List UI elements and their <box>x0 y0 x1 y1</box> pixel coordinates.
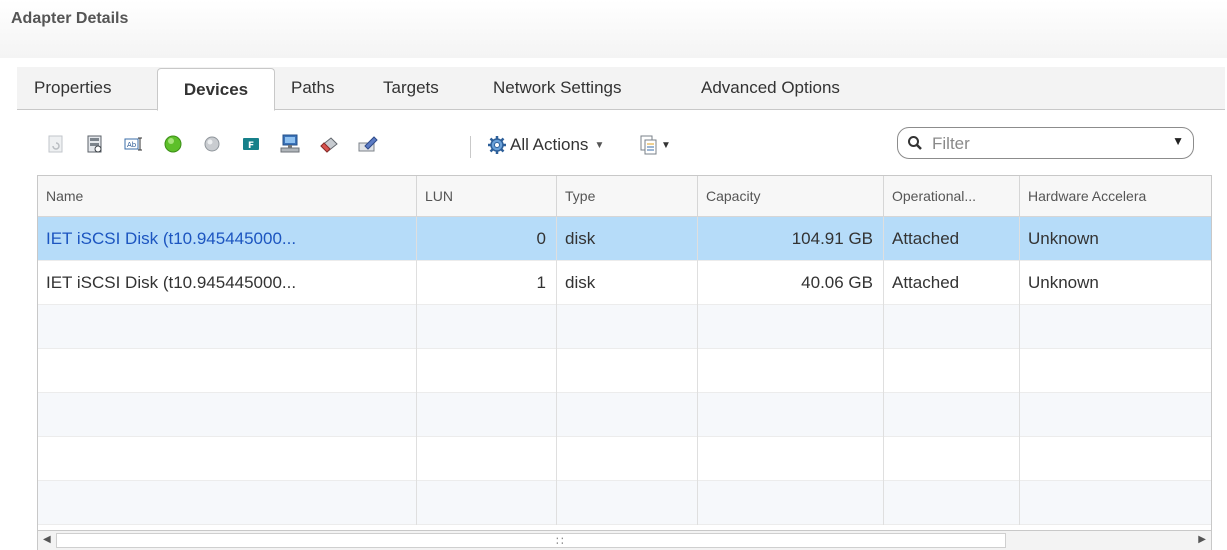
svg-text:Ab: Ab <box>127 141 137 149</box>
rename-icon[interactable]: Ab <box>123 133 145 155</box>
cell-lun: 0 <box>417 217 557 261</box>
column-header-type[interactable]: Type <box>557 176 698 216</box>
tab-properties[interactable]: Properties <box>34 67 111 109</box>
page-title: Adapter Details <box>11 10 129 27</box>
cell-lun: 1 <box>417 261 557 305</box>
empty-row <box>38 305 1211 349</box>
tab-paths[interactable]: Paths <box>291 67 334 109</box>
export-document-icon <box>639 134 659 156</box>
all-actions-label: All Actions <box>510 135 589 154</box>
cell-name: IET iSCSI Disk (t10.945445000... <box>38 217 417 261</box>
filter-box: ▼ <box>897 127 1194 159</box>
cell-capacity: 40.06 GB <box>698 261 884 305</box>
scrollbar-thumb[interactable]: ∷ <box>56 533 1006 548</box>
cell-capacity: 104.91 GB <box>698 217 884 261</box>
turn-off-led-icon[interactable] <box>201 133 223 155</box>
column-header-capacity[interactable]: Capacity <box>698 176 884 216</box>
empty-row <box>38 349 1211 393</box>
devices-table: Name LUN Type Capacity Operational... Ha… <box>37 175 1212 550</box>
empty-row <box>38 481 1211 525</box>
tab-devices[interactable]: Devices <box>157 68 275 111</box>
column-header-operational[interactable]: Operational... <box>884 176 1020 216</box>
flash-mark-icon[interactable]: F <box>240 133 262 155</box>
horizontal-scrollbar[interactable]: ◀ ∷ ▶ <box>37 530 1212 550</box>
chevron-down-icon[interactable]: ▼ <box>1172 134 1184 148</box>
table-row[interactable]: IET iSCSI Disk (t10.945445000... 0 disk … <box>38 217 1211 261</box>
tab-network-settings[interactable]: Network Settings <box>493 67 622 109</box>
gear-icon <box>486 134 508 156</box>
grip-icon: ∷ <box>556 534 564 548</box>
column-header-lun[interactable]: LUN <box>417 176 557 216</box>
tab-targets[interactable]: Targets <box>383 67 439 109</box>
toolbar-separator <box>470 136 471 158</box>
cell-name: IET iSCSI Disk (t10.945445000... <box>38 261 417 305</box>
turn-on-led-icon[interactable] <box>162 133 184 155</box>
pencil-edit-icon[interactable] <box>357 133 379 155</box>
scroll-left-icon[interactable]: ◀ <box>43 534 51 545</box>
empty-row <box>38 393 1211 437</box>
cell-hardware-acceleration: Unknown <box>1028 273 1099 292</box>
scroll-right-icon[interactable]: ▶ <box>1198 534 1206 545</box>
refresh-disabled-icon <box>45 133 67 155</box>
tab-bar: Properties Devices Paths Targets Network… <box>17 67 1225 111</box>
rescan-storage-icon[interactable] <box>84 133 106 155</box>
cell-type: disk <box>557 217 698 261</box>
chevron-down-icon: ▼ <box>594 139 605 151</box>
host-device-icon[interactable] <box>279 133 301 155</box>
cell-operational: Attached <box>884 217 1020 261</box>
cell-type: disk <box>557 261 698 305</box>
column-header-hardware-acceleration[interactable]: Hardware Accelera <box>1020 176 1211 216</box>
chevron-down-icon: ▼ <box>661 139 671 151</box>
page-header: Adapter Details <box>0 0 1227 58</box>
table-header: Name LUN Type Capacity Operational... Ha… <box>38 176 1211 217</box>
column-header-name[interactable]: Name <box>38 176 417 216</box>
cell-operational: Attached <box>884 261 1020 305</box>
toolbar: Ab F All Actions ▼ ▼ ▼ <box>37 125 1212 173</box>
empty-row <box>38 437 1211 481</box>
search-icon <box>907 135 923 156</box>
export-button[interactable]: ▼ <box>639 133 671 157</box>
erase-partitions-icon[interactable] <box>318 133 340 155</box>
filter-input[interactable] <box>930 132 1154 156</box>
svg-text:F: F <box>248 141 254 151</box>
all-actions-button[interactable]: All Actions ▼ <box>486 133 604 157</box>
table-row[interactable]: IET iSCSI Disk (t10.945445000... 1 disk … <box>38 261 1211 305</box>
cell-hardware-acceleration: Unknown <box>1028 229 1099 248</box>
tab-advanced-options[interactable]: Advanced Options <box>701 67 840 109</box>
